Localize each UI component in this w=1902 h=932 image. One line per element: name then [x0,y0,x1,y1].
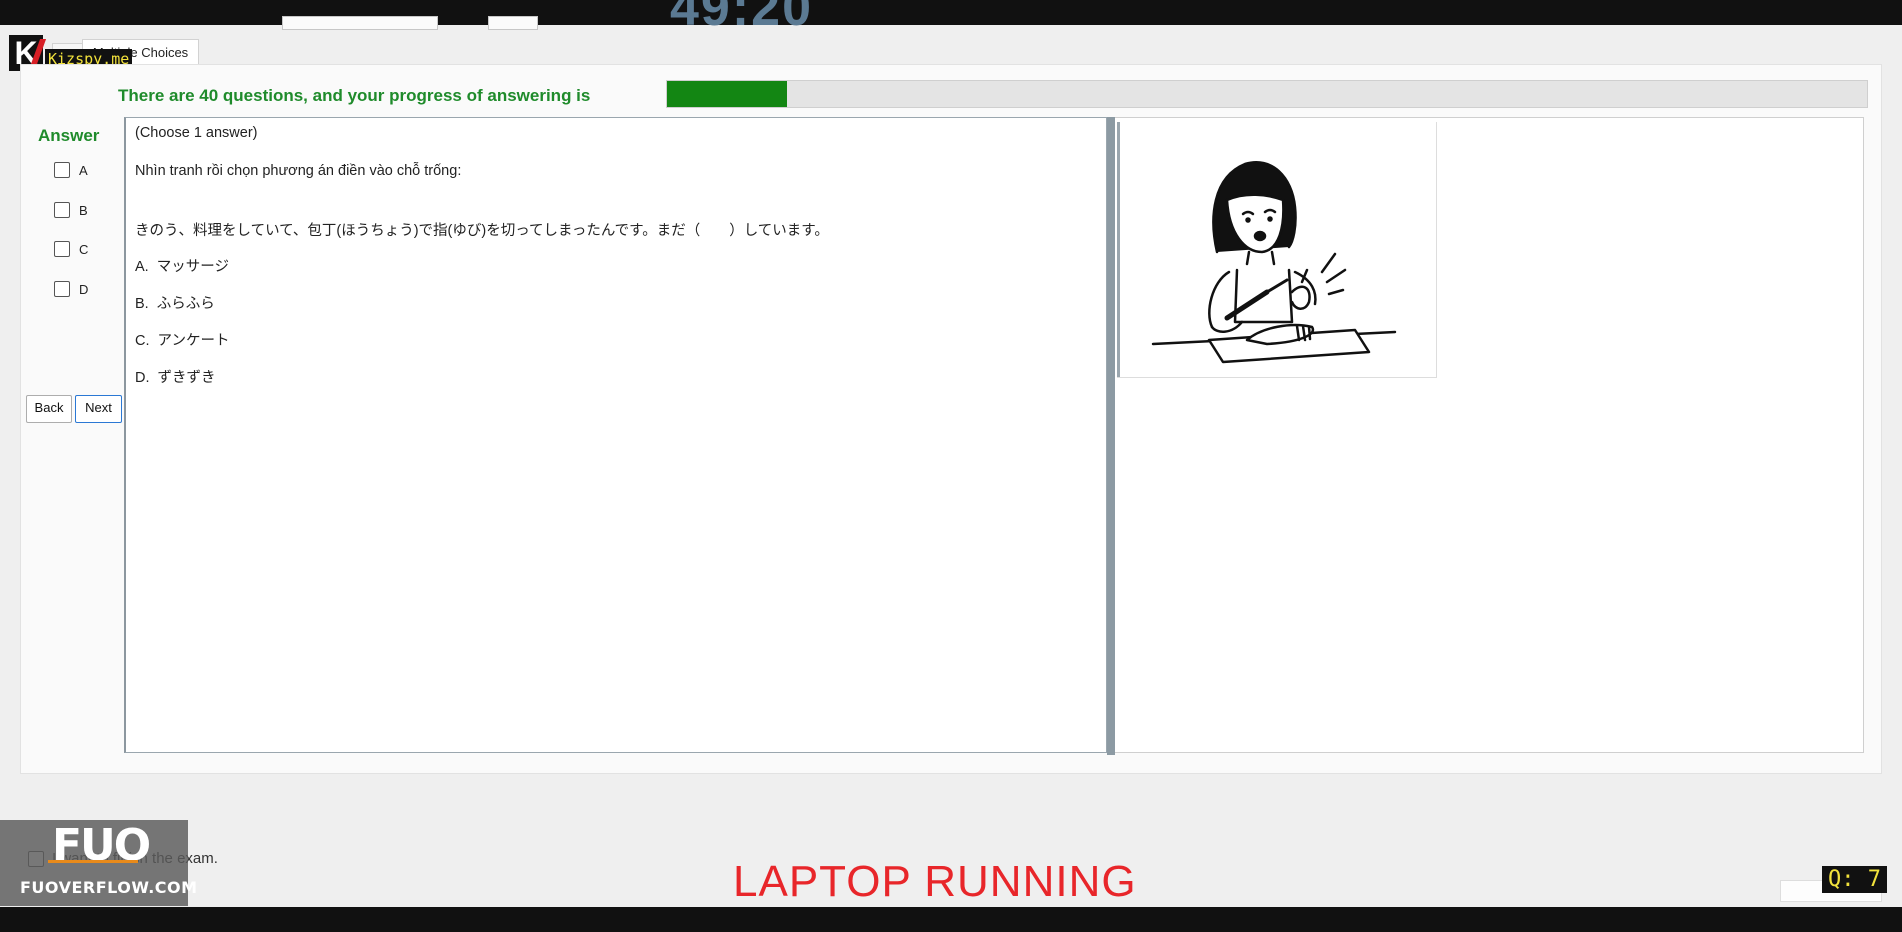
progress-bar-fill [667,81,787,107]
answer-option-label: D [79,281,89,297]
question-instruction: (Choose 1 answer) [135,125,258,141]
answer-option-d[interactable]: D [54,281,88,297]
answer-option-a[interactable]: A [54,162,88,178]
watermark-logo: FUO [47,820,151,871]
exam-code-field [282,16,438,30]
next-button[interactable]: Next [75,395,122,423]
progress-bar [666,80,1868,108]
question-panel[interactable]: (Choose 1 answer) Nhìn tranh rồi chọn ph… [124,117,1107,753]
question-sentence: きのう、料理をしていて、包丁(ほうちょう)で指(ゆび)を切ってしまったんです。ま… [135,223,829,239]
checkbox-b[interactable] [54,202,70,218]
question-counter: Q: 7 [1822,866,1887,893]
exam-info-field [488,16,538,30]
answer-option-label: A [79,162,88,178]
answer-option-c[interactable]: C [54,241,88,257]
checkbox-d[interactable] [54,281,70,297]
panel-splitter[interactable] [1107,117,1115,755]
answer-heading: Answer [38,126,100,145]
watermark-domain: FUOVERFLOW.COM [20,878,198,897]
bottom-letterbox [0,907,1902,932]
back-button[interactable]: Back [26,395,72,423]
image-panel [1115,117,1864,753]
choice-a: A. マッサージ [135,259,229,275]
checkbox-a[interactable] [54,162,70,178]
answer-option-label: B [79,202,88,218]
progress-label: There are 40 questions, and your progres… [118,86,591,105]
question-illustration [1117,122,1437,378]
fuoverflow-watermark: FUO FUOVERFLOW.COM [0,820,197,906]
answer-option-label: C [79,241,89,257]
choice-d: D. ずきずき [135,370,216,386]
question-prompt: Nhìn tranh rồi chọn phương án điền vào c… [135,163,462,179]
checkbox-c[interactable] [54,241,70,257]
woman-cutting-finger-illustration [1151,161,1397,364]
answer-option-b[interactable]: B [54,202,88,218]
laptop-running-status: LAPTOP RUNNING [733,857,1137,906]
timer-display: 49:20 [670,0,813,37]
choice-b: B. ふらふら [135,296,215,312]
choice-c: C. アンケート [135,333,230,349]
